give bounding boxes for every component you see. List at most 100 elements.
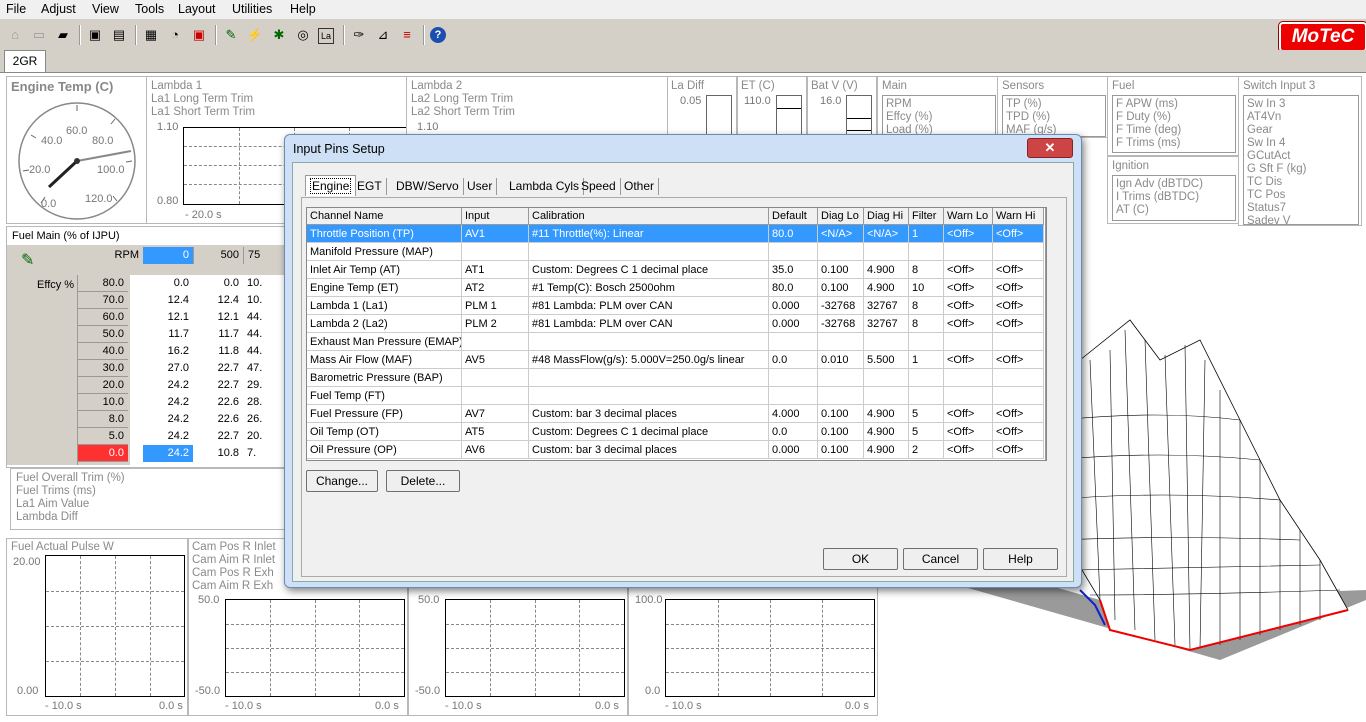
folder-icon[interactable]: ▰ [54, 26, 72, 44]
lambda-icon[interactable]: La [318, 28, 334, 44]
tab-user[interactable]: User [463, 178, 498, 195]
save-icon[interactable]: ▣ [86, 26, 104, 44]
list-item[interactable]: RPM [886, 98, 912, 111]
col-channel-name[interactable]: Channel Name [307, 208, 462, 225]
load-cell[interactable]: 60.0 [78, 309, 128, 326]
fuel-cell[interactable]: 29. [243, 377, 289, 394]
menu-view[interactable]: View [92, 2, 119, 16]
injector-icon[interactable]: ✱ [270, 26, 288, 44]
list-item[interactable]: Sw In 3 [1247, 98, 1285, 111]
rpm-cell[interactable]: 75 [243, 247, 289, 264]
load-cell[interactable]: 80.0 [78, 275, 128, 292]
fuel-cell[interactable]: 24.2 [143, 411, 193, 428]
tab-2gr[interactable]: 2GR [4, 50, 46, 72]
fuel-cell[interactable]: 20. [243, 428, 289, 445]
list-item[interactable]: Ign Adv (dBTDC) [1116, 178, 1203, 191]
load-cell[interactable]: 0.0 [78, 445, 128, 462]
list-item[interactable]: TC Pos [1247, 189, 1285, 202]
list-item[interactable]: F Trims (ms) [1116, 137, 1181, 150]
load-cell[interactable]: 10.0 [78, 394, 128, 411]
probe-icon[interactable]: ✎ [222, 26, 240, 44]
col-input[interactable]: Input [462, 208, 529, 225]
tab-other[interactable]: Other [620, 178, 660, 195]
fuel-cell[interactable]: 22.6 [193, 411, 243, 428]
fuel-cell[interactable]: 0.0 [193, 275, 243, 292]
fuel-cell[interactable]: 24.2 [143, 428, 193, 445]
list-item[interactable]: TP (%) [1006, 98, 1042, 111]
fuel-cell[interactable]: 11.7 [143, 326, 193, 343]
tab-dbw-servo[interactable]: DBW/Servo [392, 178, 464, 195]
col-calibration[interactable]: Calibration [529, 208, 769, 225]
table-icon[interactable]: ▦ [142, 26, 160, 44]
menu-utilities[interactable]: Utilities [232, 2, 272, 16]
col-warn-lo[interactable]: Warn Lo [944, 208, 993, 225]
target-icon[interactable]: ◎ [294, 26, 312, 44]
col-filter[interactable]: Filter [909, 208, 944, 225]
fuel-cell[interactable]: 24.2 [143, 394, 193, 411]
fuel-cell[interactable]: 28. [243, 394, 289, 411]
fuel-cell[interactable]: 27.0 [143, 360, 193, 377]
fuel-cell[interactable]: 24.2 [143, 377, 193, 394]
slope-icon[interactable]: ⊿ [374, 26, 392, 44]
help-icon[interactable]: ? [430, 27, 446, 43]
open-folder-icon[interactable]: ▭ [30, 26, 48, 44]
tab-egt[interactable]: EGT [353, 178, 387, 195]
fuel-cell[interactable]: 10.8 [193, 445, 243, 462]
list-item[interactable]: F APW (ms) [1116, 98, 1178, 111]
fuel-cell[interactable]: 16.2 [143, 343, 193, 360]
list-item[interactable]: F Time (deg) [1116, 124, 1181, 137]
warning-icon[interactable]: ▣ [190, 26, 208, 44]
fuel-cell[interactable]: 12.1 [193, 309, 243, 326]
tab-engine[interactable]: Engine [305, 175, 357, 196]
fuel-cell[interactable]: 22.7 [193, 428, 243, 445]
load-cell[interactable]: 70.0 [78, 292, 128, 309]
load-cell[interactable]: 40.0 [78, 343, 128, 360]
change-button[interactable]: Change... [306, 470, 378, 492]
list-item[interactable]: Status7 [1247, 202, 1286, 215]
fuel-cell[interactable]: 11.7 [193, 326, 243, 343]
fuel-cell[interactable]: 12.4 [143, 292, 193, 309]
fuel-cell[interactable]: 12.1 [143, 309, 193, 326]
help-button[interactable]: Help [983, 548, 1058, 570]
fuel-cell[interactable]: 26. [243, 411, 289, 428]
cancel-button[interactable]: Cancel [903, 548, 978, 570]
col-diag-hi[interactable]: Diag Hi [864, 208, 909, 225]
close-button[interactable]: ✕ [1027, 138, 1073, 158]
menu-help[interactable]: Help [290, 2, 316, 16]
fuel-cell[interactable]: 11.8 [193, 343, 243, 360]
tab-speed[interactable]: Speed [577, 178, 621, 195]
fuel-cell[interactable]: 10. [243, 275, 289, 292]
fuel-cell[interactable]: 24.2 [143, 445, 193, 462]
list-item[interactable]: Gear [1247, 124, 1273, 137]
tab-lambda-cyls[interactable]: Lambda Cyls [505, 178, 585, 195]
fuel-cell[interactable]: 44. [243, 343, 289, 360]
list-item[interactable]: AT4Vn [1247, 111, 1281, 124]
list-item[interactable]: F Duty (%) [1116, 111, 1171, 124]
fuel-cell[interactable]: 44. [243, 309, 289, 326]
save-as-icon[interactable]: ▤ [110, 26, 128, 44]
list-item[interactable]: Sw In 4 [1247, 137, 1285, 150]
open-icon[interactable]: ⌂ [6, 26, 24, 44]
fuel-cell[interactable]: 22.7 [193, 377, 243, 394]
fuel-cell[interactable]: 7. [243, 445, 289, 462]
lines-icon[interactable]: ≡ [398, 26, 416, 44]
menu-tools[interactable]: Tools [135, 2, 164, 16]
load-cell[interactable]: 50.0 [78, 326, 128, 343]
list-item[interactable]: La1 Aim Value [16, 498, 89, 511]
fuel-cell[interactable]: 22.6 [193, 394, 243, 411]
list-item[interactable]: AT (C) [1116, 204, 1149, 217]
rpm-cell[interactable]: 0 [143, 247, 193, 264]
col-warn-hi[interactable]: Warn Hi [993, 208, 1044, 225]
fuel-cell[interactable]: 22.7 [193, 360, 243, 377]
fuel-cell[interactable]: 12.4 [193, 292, 243, 309]
rpm-cell[interactable]: 500 [193, 247, 243, 264]
wrench-icon[interactable]: ✑ [350, 26, 368, 44]
list-item[interactable]: TC Dis [1247, 176, 1282, 189]
fuel-cell[interactable]: 44. [243, 326, 289, 343]
fuel-cell[interactable]: 47. [243, 360, 289, 377]
gauge-icon[interactable]: ◔ [166, 26, 184, 44]
ok-button[interactable]: OK [823, 548, 898, 570]
load-cell[interactable]: 8.0 [78, 411, 128, 428]
list-item[interactable]: Sadev V [1247, 215, 1290, 228]
load-cell[interactable]: 20.0 [78, 377, 128, 394]
